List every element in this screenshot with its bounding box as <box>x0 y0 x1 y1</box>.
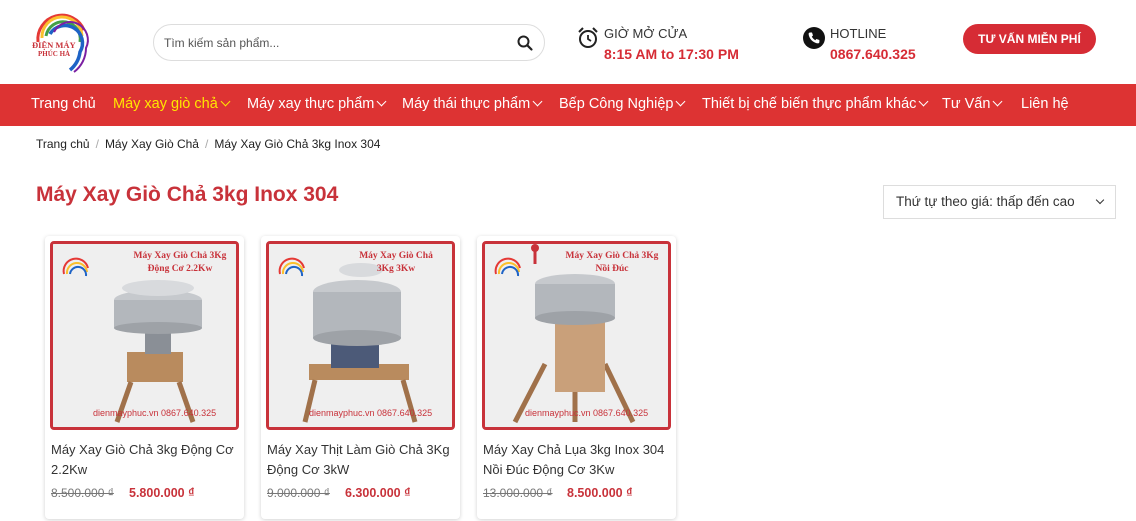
opening-hours-label: Giờ mở cửa <box>604 26 688 41</box>
image-caption-line1: Máy Xay Giò Chả 3Kg <box>133 251 227 261</box>
image-watermark-text: dienmayphuc.vn 0867.640.325 <box>525 408 649 418</box>
hotline-label: HOTLINE <box>830 26 887 41</box>
brand-logo[interactable]: ĐIỆN MÁY PHÚC HÀ <box>30 8 92 74</box>
image-caption: Máy Xay Giò Chả 3Kg Động Cơ 2.2Kw <box>130 250 230 276</box>
nav-item-label: Tư Vấn <box>942 96 991 112</box>
product-image[interactable]: Máy Xay Giò Chả 3Kg 3Kw dienmayphuc.vn 08… <box>266 241 455 430</box>
sale-price: 8.500.000 ₫ <box>567 486 633 500</box>
chevron-down-icon <box>918 96 929 107</box>
breadcrumb-separator: / <box>95 137 99 151</box>
nav-item-label: Thiết bị chế biến thực phẩm khác <box>702 96 917 112</box>
site-header: ĐIỆN MÁY PHÚC HÀ Giờ mở cửa 8:15 AM to 1… <box>0 0 1136 84</box>
product-image[interactable]: Máy Xay Giò Chả 3Kg Nồi Đúc dienmayphuc.v… <box>482 241 671 430</box>
old-price: 8.500.000 ₫ <box>51 486 114 500</box>
nav-item-meat-grinder[interactable]: Máy xay giò chả <box>113 84 231 126</box>
alarm-clock-icon <box>576 26 600 50</box>
logo-text-line1: ĐIỆN MÁY <box>32 40 76 50</box>
nav-item-advice[interactable]: Tư Vấn <box>942 84 1003 126</box>
image-caption: Máy Xay Giò Chả 3Kg Nồi Đúc <box>562 250 662 276</box>
image-caption-line2: Nồi Đúc <box>595 264 629 274</box>
image-caption-line2: 3Kg 3Kw <box>376 264 416 274</box>
nav-item-contact[interactable]: Liên hệ <box>1021 84 1069 126</box>
breadcrumb-separator: / <box>204 137 209 151</box>
product-card[interactable]: Máy Xay Giò Chả 3Kg Nồi Đúc dienmayphuc.v… <box>477 236 676 519</box>
breadcrumb-current: Máy Xay Giò Chả 3kg Inox 304 <box>214 137 381 151</box>
chevron-down-icon <box>376 96 387 107</box>
watermark-logo-icon <box>493 254 523 288</box>
search-icon[interactable] <box>516 34 534 52</box>
chevron-down-icon <box>532 96 543 107</box>
nav-item-food-grinder[interactable]: Máy xay thực phẩm <box>247 84 387 126</box>
chevron-down-icon <box>676 96 686 107</box>
sale-price: 5.800.000 ₫ <box>129 486 195 500</box>
nav-item-food-slicer[interactable]: Máy thái thực phẩm <box>402 84 543 126</box>
hotline-number[interactable]: 0867.640.325 <box>830 46 916 62</box>
product-card[interactable]: Máy Xay Giò Chả 3Kg Động Cơ 2.2Kw dienmay… <box>45 236 244 519</box>
breadcrumb: Trang chủ / Máy Xay Giò Chả / Máy Xay Giò Ch… <box>36 137 380 151</box>
logo-text-line2: PHÚC HÀ <box>38 50 71 58</box>
product-name[interactable]: Máy Xay Thịt Làm Giò Chả 3Kg Động Cơ 3kW <box>267 440 453 480</box>
old-price: 13.000.000 ₫ <box>483 486 553 500</box>
nav-item-label: Máy xay giò chả <box>113 96 218 112</box>
product-card[interactable]: Máy Xay Giò Chả 3Kg 3Kw dienmayphuc.vn 08… <box>261 236 460 519</box>
sort-selected-value: Thứ tự theo giá: thấp đến cao <box>896 194 1075 209</box>
image-caption-line1: Máy Xay Giò Chả <box>359 251 433 261</box>
nav-item-home[interactable]: Trang chủ <box>31 84 96 126</box>
opening-hours-value: 8:15 AM to 17:30 PM <box>604 46 739 62</box>
watermark-logo-icon <box>277 254 307 288</box>
search-box <box>153 24 545 61</box>
breadcrumb-link-home[interactable]: Trang chủ <box>36 137 90 151</box>
nav-item-label: Trang chủ <box>31 96 96 112</box>
nav-item-industrial-stove[interactable]: Bếp Công Nghiệp <box>559 84 686 126</box>
search-input[interactable] <box>164 25 504 60</box>
chevron-down-icon <box>992 96 1003 107</box>
free-consult-button[interactable]: TƯ VẤN MIỄN PHÍ <box>963 24 1096 54</box>
chevron-down-icon <box>220 96 231 107</box>
nav-item-label: Bếp Công Nghiệp <box>559 96 674 112</box>
image-watermark-text: dienmayphuc.vn 0867.640.325 <box>309 408 433 418</box>
image-watermark-text: dienmayphuc.vn 0867.640.325 <box>93 408 217 418</box>
sort-select[interactable]: Thứ tự theo giá: thấp đến cao <box>883 185 1116 219</box>
nav-item-label: Máy thái thực phẩm <box>402 96 531 112</box>
old-price: 9.000.000 ₫ <box>267 486 330 500</box>
product-image[interactable]: Máy Xay Giò Chả 3Kg Động Cơ 2.2Kw dienmay… <box>50 241 239 430</box>
product-name[interactable]: Máy Xay Giò Chả 3kg Động Cơ 2.2Kw <box>51 440 237 480</box>
image-caption-line2: Động Cơ 2.2Kw <box>147 264 213 274</box>
nav-item-other-equipment[interactable]: Thiết bị chế biến thực phẩm khác <box>702 84 929 126</box>
nav-item-label: Liên hệ <box>1021 96 1069 112</box>
image-caption: Máy Xay Giò Chả 3Kg 3Kw <box>346 250 446 276</box>
phone-icon <box>802 26 826 50</box>
breadcrumb-link-category[interactable]: Máy Xay Giò Chả <box>105 137 199 151</box>
sale-price: 6.300.000 ₫ <box>345 486 411 500</box>
main-nav: Trang chủ Máy xay giò chả Máy xay thực p… <box>0 84 1136 126</box>
watermark-logo-icon <box>61 254 91 288</box>
product-name[interactable]: Máy Xay Chả Lụa 3kg Inox 304 Nồi Đúc Độn… <box>483 440 669 480</box>
page-title: Máy Xay Giò Chả 3kg Inox 304 <box>36 183 339 206</box>
nav-item-label: Máy xay thực phẩm <box>247 96 375 112</box>
chevron-down-icon <box>1095 195 1105 205</box>
image-caption-line1: Máy Xay Giò Chả 3Kg <box>565 251 659 261</box>
